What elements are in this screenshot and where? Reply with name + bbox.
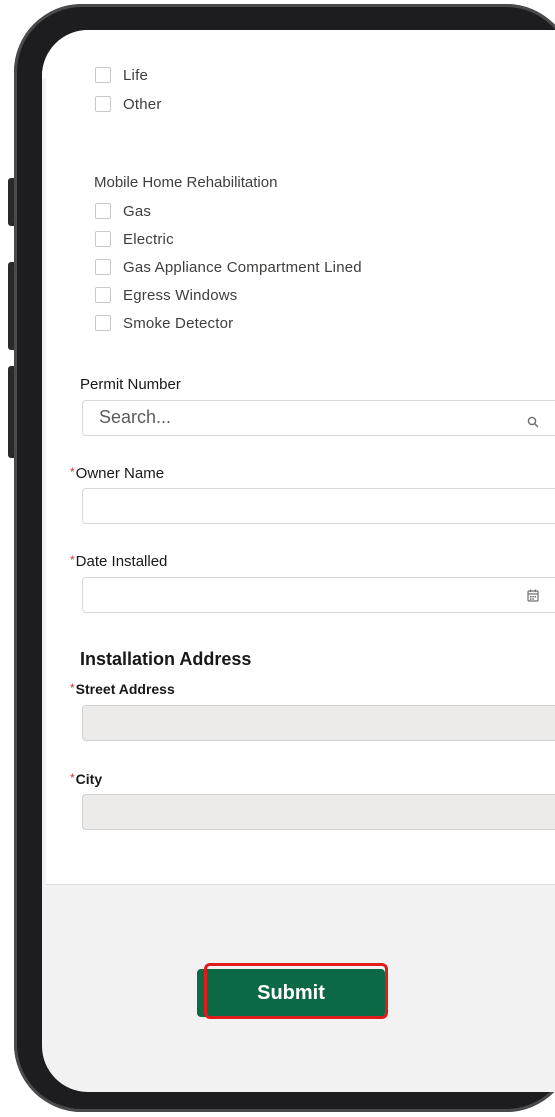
permit-number-search-input[interactable]: Search... — [82, 400, 555, 436]
search-icon[interactable] — [527, 415, 539, 433]
checkbox-label: Gas — [123, 202, 152, 220]
required-indicator: * — [70, 465, 75, 479]
checkbox-row-gas[interactable]: Gas — [95, 200, 151, 222]
owner-name-label-text: Owner Name — [75, 465, 165, 482]
checkbox[interactable] — [95, 67, 111, 83]
street-address-label-text: Street Address — [75, 681, 175, 697]
checkbox[interactable] — [95, 203, 111, 219]
city-label: *City — [70, 771, 102, 788]
checkbox-label: Egress Windows — [123, 286, 238, 304]
date-installed-input[interactable] — [82, 577, 555, 613]
submit-button[interactable]: Submit — [197, 969, 385, 1017]
checkbox-row-smoke-detector[interactable]: Smoke Detector — [95, 312, 233, 334]
owner-name-input[interactable] — [82, 488, 555, 524]
phone-screen: Life Other Mobile Home Rehabilitation Ga… — [42, 30, 555, 1092]
search-placeholder: Search... — [99, 407, 172, 427]
checkbox[interactable] — [95, 96, 111, 112]
checkbox[interactable] — [95, 231, 111, 247]
checkbox-row-egress-windows[interactable]: Egress Windows — [95, 284, 238, 306]
date-installed-label-text: Date Installed — [75, 553, 168, 570]
checkbox[interactable] — [95, 287, 111, 303]
checkbox-label: Smoke Detector — [123, 314, 234, 332]
checkbox-row-electric[interactable]: Electric — [95, 228, 174, 250]
checkbox-row-gas-appliance[interactable]: Gas Appliance Compartment Lined — [95, 256, 362, 278]
checkbox-row-life[interactable]: Life — [95, 64, 148, 86]
installation-address-heading: Installation Address — [80, 649, 252, 669]
checkbox[interactable] — [95, 315, 111, 331]
required-indicator: * — [70, 771, 75, 785]
city-input[interactable] — [82, 794, 555, 830]
checkbox-label: Life — [123, 66, 148, 84]
date-installed-label: *Date Installed — [70, 553, 167, 570]
street-address-input[interactable] — [82, 705, 555, 741]
mobile-home-group-title: Mobile Home Rehabilitation — [94, 174, 278, 191]
required-indicator: * — [70, 681, 75, 695]
street-address-label: *Street Address — [70, 681, 175, 698]
city-label-text: City — [75, 771, 103, 787]
calendar-icon[interactable] — [527, 589, 539, 607]
required-indicator: * — [70, 553, 75, 567]
checkbox-row-other[interactable]: Other — [95, 93, 162, 115]
owner-name-label: *Owner Name — [70, 465, 164, 482]
checkbox-label: Other — [123, 95, 162, 113]
checkbox[interactable] — [95, 259, 111, 275]
checkbox-label: Electric — [123, 230, 174, 248]
permit-number-label: Permit Number — [80, 376, 181, 393]
form-card: Life Other Mobile Home Rehabilitation Ga… — [46, 67, 555, 885]
checkbox-label: Gas Appliance Compartment Lined — [123, 258, 362, 276]
